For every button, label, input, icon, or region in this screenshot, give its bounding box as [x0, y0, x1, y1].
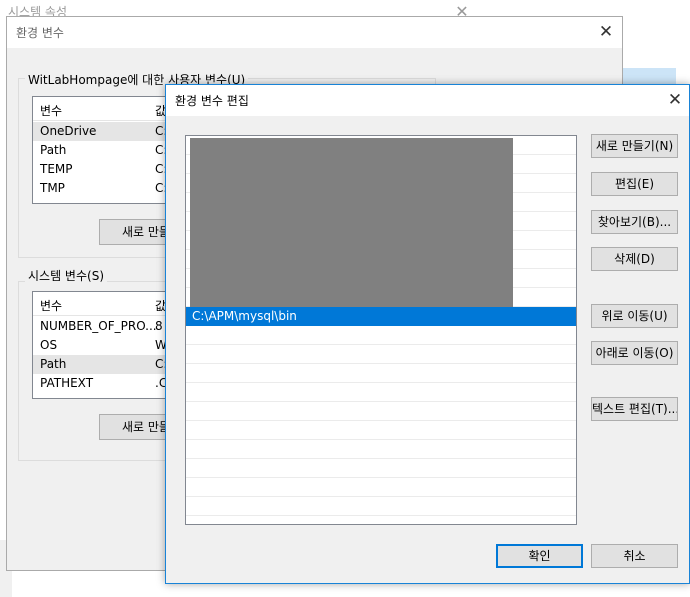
path-entry-row[interactable] — [186, 478, 576, 497]
path-entry-row[interactable] — [186, 402, 576, 421]
browse-button[interactable]: 찾아보기(B)... — [591, 210, 678, 234]
redacted-entries-block — [190, 138, 513, 307]
new-entry-button[interactable]: 새로 만들기(N) — [591, 134, 678, 158]
path-entry-row[interactable] — [186, 421, 576, 440]
system-col-name[interactable]: 변수 — [40, 297, 62, 314]
edit-entry-button[interactable]: 편집(E) — [591, 172, 678, 196]
path-entry-row[interactable] — [186, 345, 576, 364]
move-down-button[interactable]: 아래로 이동(O) — [591, 341, 678, 365]
edit-dialog-close-icon[interactable]: ✕ — [664, 89, 686, 111]
system-variables-list[interactable]: 변수 값 NUMBER_OF_PRO... 8 OS W Path C: PAT… — [32, 291, 172, 399]
system-variable-name: Path — [40, 357, 67, 371]
edit-dialog-titlebar: 환경 변수 편집 ✕ — [166, 85, 689, 116]
user-variables-list[interactable]: 변수 값 OneDrive C: Path C: TEMP C: TMP C: — [32, 96, 172, 204]
user-variable-row[interactable]: TMP C: — [33, 179, 171, 198]
user-variable-name: TEMP — [40, 162, 73, 176]
system-variable-row[interactable]: OS W — [33, 336, 171, 355]
system-variable-name: PATHEXT — [40, 376, 94, 390]
edit-dialog-title: 환경 변수 편집 — [175, 94, 249, 108]
cancel-button[interactable]: 취소 — [591, 544, 678, 568]
system-variable-value: 8 — [155, 319, 163, 333]
environment-variables-title: 환경 변수 — [16, 26, 64, 40]
system-variable-name: OS — [40, 338, 58, 352]
system-variable-row[interactable]: PATHEXT .C — [33, 374, 171, 393]
ok-button[interactable]: 확인 — [496, 544, 583, 568]
edit-text-button[interactable]: 텍스트 편집(T)... — [591, 397, 678, 421]
user-variable-row[interactable]: TEMP C: — [33, 160, 171, 179]
path-entry-row-selected[interactable]: C:\APM\mysql\bin — [186, 307, 576, 326]
system-variable-name: NUMBER_OF_PRO... — [40, 319, 157, 333]
path-entry-text: C:\APM\mysql\bin — [192, 309, 297, 323]
edit-environment-variable-dialog: 환경 변수 편집 ✕ C:\APM\mysql\bin 새로 만들기(N) 편집… — [165, 84, 690, 584]
user-new-button[interactable]: 새로 만들 — [99, 219, 173, 245]
user-variables-header: 변수 값 — [33, 97, 171, 121]
user-variable-row[interactable]: OneDrive C: — [33, 122, 171, 141]
user-col-name[interactable]: 변수 — [40, 102, 62, 119]
user-variable-name: TMP — [40, 181, 65, 195]
move-up-button[interactable]: 위로 이동(U) — [591, 304, 678, 328]
user-variable-name: Path — [40, 143, 67, 157]
user-variable-row[interactable]: Path C: — [33, 141, 171, 160]
system-variables-header: 변수 값 — [33, 292, 171, 316]
path-entries-list[interactable]: C:\APM\mysql\bin — [185, 135, 577, 525]
path-entry-row[interactable] — [186, 326, 576, 345]
path-entry-row[interactable] — [186, 459, 576, 478]
path-entry-row[interactable] — [186, 383, 576, 402]
environment-variables-close-icon[interactable]: ✕ — [595, 21, 617, 43]
system-variables-group-label: 시스템 변수(S) — [25, 267, 107, 284]
path-entry-row[interactable] — [186, 497, 576, 516]
system-new-button[interactable]: 새로 만들 — [99, 414, 173, 440]
path-entry-row[interactable] — [186, 440, 576, 459]
path-entry-row[interactable] — [186, 364, 576, 383]
system-variable-row[interactable]: NUMBER_OF_PRO... 8 — [33, 317, 171, 336]
delete-entry-button[interactable]: 삭제(D) — [591, 247, 678, 271]
environment-variables-titlebar: 환경 변수 ✕ — [7, 17, 622, 48]
system-variable-row[interactable]: Path C: — [33, 355, 171, 374]
user-variable-name: OneDrive — [40, 124, 97, 138]
